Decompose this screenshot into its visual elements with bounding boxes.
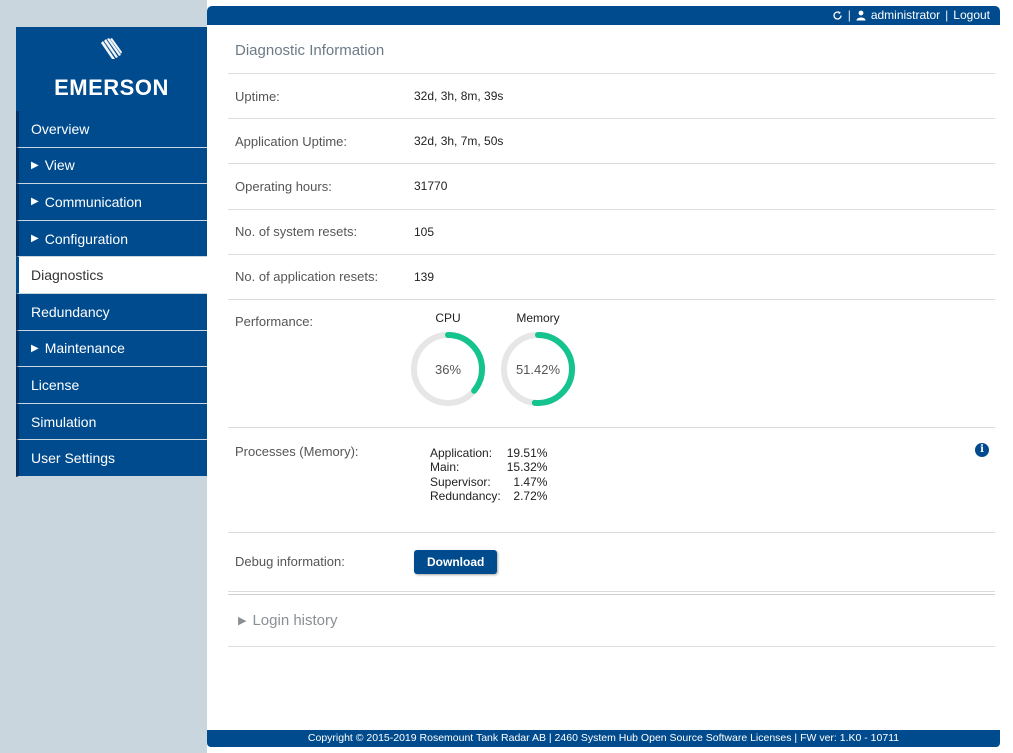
processes-row: Processes (Memory): Application: 19.51% Ma…	[228, 428, 995, 533]
info-value: 105	[414, 224, 435, 239]
process-row: Supervisor: 1.47%	[430, 475, 547, 490]
info-row: No. of application resets: 139	[228, 255, 995, 300]
sidebar-item-label: License	[31, 376, 80, 393]
memory-gauge-title: Memory	[516, 310, 560, 325]
refresh-icon[interactable]	[832, 10, 843, 21]
process-value: 2.72%	[513, 489, 548, 504]
top-bar: | administrator | Logout	[207, 6, 1000, 25]
info-value: 139	[414, 269, 435, 284]
expand-triangle-icon: ▶	[31, 342, 39, 354]
sidebar-item-label: Redundancy	[31, 303, 110, 320]
expand-triangle-icon: ▶	[31, 159, 39, 171]
memory-gauge-value: 51.42%	[516, 362, 561, 377]
process-name: Redundancy:	[430, 489, 501, 504]
info-label: No. of application resets:	[235, 269, 379, 285]
processes-label: Processes (Memory):	[235, 443, 359, 459]
sidebar-item-label: Simulation	[31, 413, 97, 430]
logo-mark-icon	[95, 35, 127, 72]
memory-gauge-ring: 51.42%	[501, 331, 575, 406]
process-row: Redundancy: 2.72%	[430, 489, 547, 504]
separator: |	[945, 8, 949, 22]
sidebar-item-overview[interactable]: Overview	[16, 111, 207, 148]
sidebar-item-communication[interactable]: ▶ Communication	[16, 184, 207, 221]
sidebar-item-simulation[interactable]: Simulation	[16, 403, 207, 441]
footer[interactable]: Copyright © 2015-2019 Rosemount Tank Rad…	[207, 730, 1000, 747]
performance-row: Performance: CPU 36% Memory 51.42%	[228, 300, 995, 428]
info-row: Application Uptime: 32d, 3h, 7m, 50s	[228, 119, 995, 165]
sidebar-item-diagnostics[interactable]: Diagnostics	[16, 257, 207, 294]
process-row: Main: 15.32%	[430, 460, 547, 475]
expand-triangle-icon: ▶	[238, 614, 247, 627]
brand-name: EMERSON	[54, 75, 169, 100]
info-value: 31770	[414, 179, 448, 194]
expand-triangle-icon: ▶	[31, 233, 39, 245]
emerson-logo[interactable]: EMERSON	[16, 27, 207, 111]
info-value: 32d, 3h, 7m, 50s	[414, 134, 504, 149]
logout-link[interactable]: Logout	[953, 8, 990, 22]
sidebar-item-label: View	[44, 157, 75, 174]
login-history-toggle[interactable]: ▶ Login history	[228, 593, 995, 647]
memory-gauge: Memory 51.42%	[498, 311, 578, 409]
login-history-label: Login history	[252, 611, 338, 629]
info-row: No. of system resets: 105	[228, 210, 995, 255]
right-background	[1000, 0, 1013, 753]
info-rows: Uptime: 32d, 3h, 8m, 39s Application Uptim…	[228, 74, 995, 300]
separator: |	[847, 8, 851, 22]
user-icon	[856, 10, 866, 21]
process-name: Main:	[430, 460, 460, 475]
debug-row: Debug information: Download	[228, 533, 995, 592]
download-button[interactable]: Download	[414, 549, 498, 574]
process-value: 19.51%	[506, 445, 548, 460]
sidebar-item-label: User Settings	[31, 450, 116, 467]
sidebar-item-label: Overview	[31, 120, 90, 137]
info-label: Uptime:	[235, 88, 280, 104]
performance-label: Performance:	[235, 313, 314, 329]
sidebar-item-label: Configuration	[44, 230, 128, 247]
process-value: 15.32%	[506, 460, 548, 475]
page-title: Diagnostic Information	[228, 27, 995, 74]
top-bar-actions: | administrator | Logout	[832, 8, 990, 22]
sidebar-item-label: Communication	[44, 193, 142, 210]
info-icon[interactable]: i	[975, 442, 989, 457]
sidebar-item-license[interactable]: License	[16, 367, 207, 404]
info-label: Application Uptime:	[235, 133, 347, 149]
info-row: Uptime: 32d, 3h, 8m, 39s	[228, 74, 995, 120]
process-value: 1.47%	[513, 474, 548, 489]
info-value: 32d, 3h, 8m, 39s	[414, 89, 504, 104]
sidebar-nav: Overview ▶ View ▶ Communication ▶ Configuratio…	[16, 111, 207, 477]
username[interactable]: administrator	[871, 8, 940, 22]
cpu-gauge: CPU 36%	[408, 311, 488, 409]
sidebar-item-redundancy[interactable]: Redundancy	[16, 293, 207, 331]
sidebar-item-configuration[interactable]: ▶ Configuration	[16, 220, 207, 258]
cpu-gauge-title: CPU	[435, 310, 461, 325]
cpu-gauge-value: 36%	[435, 362, 461, 377]
process-name: Application:	[430, 445, 493, 460]
info-row: Operating hours: 31770	[228, 164, 995, 210]
sidebar-item-label: Diagnostics	[31, 267, 104, 284]
process-name: Supervisor:	[430, 474, 491, 489]
info-label: No. of system resets:	[235, 224, 358, 240]
sidebar-item-view[interactable]: ▶ View	[16, 147, 207, 185]
cpu-gauge-ring: 36%	[411, 331, 485, 406]
debug-label: Debug information:	[235, 554, 345, 570]
sidebar-item-label: Maintenance	[44, 340, 125, 357]
sidebar-item-user-settings[interactable]: User Settings	[16, 440, 207, 477]
process-row: Application: 19.51%	[430, 446, 547, 461]
processes-table: Application: 19.51% Main: 15.32% Supervisor:…	[430, 446, 547, 504]
info-label: Operating hours:	[235, 178, 332, 194]
sidebar-item-maintenance[interactable]: ▶ Maintenance	[16, 330, 207, 368]
main-content: Diagnostic Information Uptime: 32d, 3h, 8…	[228, 27, 995, 647]
expand-triangle-icon: ▶	[31, 196, 39, 208]
